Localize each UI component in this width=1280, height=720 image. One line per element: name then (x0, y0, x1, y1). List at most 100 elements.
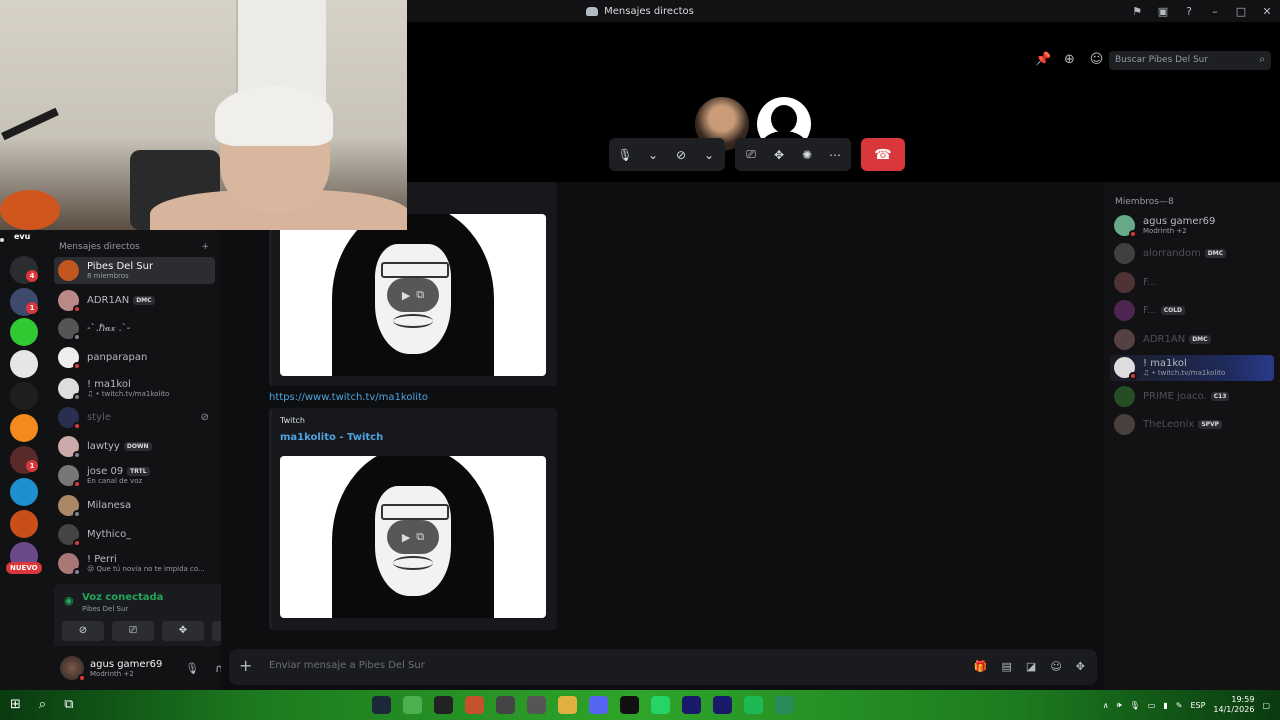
dm-item[interactable]: ADR1AN DMC (54, 287, 215, 314)
taskbar-app-icon[interactable] (620, 696, 639, 714)
minimize-button[interactable]: – (1202, 5, 1228, 18)
gif-icon[interactable]: ▤ (1002, 660, 1012, 673)
play-button[interactable]: ▶ ⧉ (387, 520, 439, 554)
embed-title[interactable]: ma1kolito - Twitch (280, 432, 383, 443)
search-input[interactable]: Buscar Pibes Del Sur ⌕ (1109, 51, 1271, 70)
task-view-icon[interactable]: ⧉ (64, 697, 73, 712)
add-dm-icon[interactable]: + (201, 242, 209, 252)
inbox-icon[interactable]: ⚑ (1124, 5, 1150, 18)
dm-item[interactable]: Pibes Del Sur 8 miembros (54, 257, 215, 284)
user-info[interactable]: agus gamer69 Modrinth +2 (90, 659, 162, 678)
member-item[interactable]: F... COLD (1110, 298, 1274, 324)
microphone-icon[interactable]: 🎙 (1130, 701, 1140, 710)
dm-item[interactable]: -`.ℏ𝒶𝓍 .`- (54, 315, 215, 342)
hang-up-button[interactable]: ☎ (861, 138, 905, 171)
message-link[interactable]: https://www.twitch.tv/ma1kolito (269, 392, 428, 403)
server-icon[interactable] (10, 510, 38, 538)
embed-thumbnail[interactable]: ▶ ⧉ (280, 214, 546, 376)
member-item[interactable]: alorrandom DMC (1110, 241, 1274, 267)
pen-icon[interactable]: ✎ (1176, 701, 1183, 710)
member-item[interactable]: ! ma1kol ♫ • twitch.tv/ma1kolito (1110, 354, 1274, 381)
webcam-preview[interactable] (0, 0, 407, 230)
attach-plus-icon[interactable]: + (239, 657, 252, 675)
member-activity: Modrinth +2 (1143, 226, 1187, 235)
member-item[interactable]: PRIME joaco. C13 (1110, 383, 1274, 409)
taskbar-app-icon[interactable] (744, 696, 763, 714)
emoji-icon[interactable]: ☺ (1050, 660, 1061, 673)
server-icon[interactable] (10, 478, 38, 506)
play-button[interactable]: ▶ ⧉ (387, 278, 439, 312)
taskbar-app-icon[interactable] (434, 696, 453, 714)
maximize-button[interactable]: □ (1228, 5, 1254, 18)
signal-icon[interactable]: ◉ (64, 594, 74, 607)
taskbar-app-icon[interactable] (713, 696, 732, 714)
sticker-icon[interactable]: ◪ (1026, 660, 1036, 673)
chevron-up-icon[interactable]: ∧ (1103, 701, 1109, 710)
microphone-icon[interactable]: 🎙 (617, 148, 633, 162)
clock[interactable]: 19:59 14/1/2026 (1213, 695, 1254, 715)
dm-item[interactable]: panparapan (54, 344, 215, 371)
user-name: agus gamer69 (90, 658, 163, 670)
taskbar-app-icon[interactable] (465, 696, 484, 714)
windows-start-icon[interactable]: ⊞ (10, 697, 21, 712)
taskbar-app-icon[interactable] (403, 696, 422, 714)
server-icon[interactable] (10, 382, 38, 410)
activities-icon[interactable]: ✥ (162, 621, 204, 641)
dm-item[interactable]: jose 09 TRTL En canal de voz (54, 462, 215, 489)
members-icon[interactable]: ☺ (1089, 52, 1104, 67)
microphone-icon[interactable]: 🎙 (185, 662, 199, 675)
monitor-icon[interactable]: ▣ (1150, 5, 1176, 18)
member-item[interactable]: F... (1110, 269, 1274, 295)
network-icon[interactable]: ▭ (1148, 701, 1156, 710)
taskbar-app-icon[interactable] (775, 696, 794, 714)
taskbar-app-icon[interactable] (527, 696, 546, 714)
server-icon[interactable] (10, 318, 38, 346)
voice-channel-name[interactable]: Pibes Del Sur (82, 605, 128, 613)
taskbar-app-icon[interactable] (651, 696, 670, 714)
chevron-down-icon[interactable]: ⌄ (701, 148, 717, 162)
soundboard-icon[interactable]: ✺ (799, 148, 815, 162)
message-composer[interactable]: + Enviar mensaje a Pibes Del Sur 🎁 ▤ ◪ ☺… (229, 649, 1097, 685)
member-item[interactable]: TheLeonix SPVP (1110, 412, 1274, 438)
share-screen-icon[interactable]: ⎚ (112, 621, 154, 641)
share-screen-icon[interactable]: ⎚ (743, 147, 759, 162)
taskbar-app-icon[interactable] (558, 696, 577, 714)
close-button[interactable]: ✕ (1254, 5, 1280, 18)
member-item[interactable]: ADR1AN DMC (1110, 326, 1274, 352)
taskbar-app-icon[interactable] (682, 696, 701, 714)
blocked-icon[interactable]: ⊘ (201, 412, 209, 423)
battery-icon[interactable]: ▮ (1163, 701, 1167, 710)
taskbar-app-icon[interactable] (496, 696, 515, 714)
dm-item[interactable]: lawtyy DOWN (54, 433, 215, 460)
server-icon[interactable] (10, 414, 38, 442)
sound-icon[interactable]: 🕪 (1117, 700, 1122, 710)
taskbar-app-icon[interactable] (589, 696, 608, 714)
avatar[interactable] (60, 656, 86, 682)
member-item[interactable]: agus gamer69 Modrinth +2 (1110, 212, 1274, 238)
search-icon[interactable]: ⌕ (39, 697, 46, 712)
dm-item[interactable]: ! ma1kol ♫ • twitch.tv/ma1kolito (54, 375, 215, 402)
embed-thumbnail[interactable]: ▶ ⧉ (280, 456, 546, 618)
notifications-icon[interactable]: ▢ (1262, 701, 1270, 710)
taskbar-app-icon[interactable] (372, 696, 391, 714)
dm-name: panparapan (87, 352, 148, 363)
help-icon[interactable]: ? (1176, 5, 1202, 18)
pin-icon[interactable]: 📌 (1035, 52, 1051, 67)
language-indicator[interactable]: ESP (1190, 701, 1205, 710)
embed-provider[interactable]: Twitch (280, 416, 305, 425)
gift-icon[interactable]: 🎁 (974, 660, 988, 673)
dm-item[interactable]: Mythico_ (54, 521, 215, 548)
camera-off-icon[interactable]: ⊘ (62, 621, 104, 641)
dm-item[interactable]: ! Perri 😢 Que tú novia no te impida co... (54, 550, 215, 577)
dm-item[interactable]: style ⊘ (54, 404, 215, 431)
dm-sidebar: Mensajes directos + Pibes Del Sur 8 miemb… (48, 230, 257, 690)
activities-icon[interactable]: ✥ (771, 148, 787, 162)
server-icon[interactable] (10, 350, 38, 378)
camera-off-icon[interactable]: ⊘ (673, 148, 689, 162)
dm-item[interactable]: Milanesa (54, 492, 215, 519)
status-indicator (73, 422, 81, 430)
apps-icon[interactable]: ✥ (1076, 660, 1085, 673)
add-member-icon[interactable]: ⊕ (1062, 52, 1077, 67)
more-icon[interactable]: ⋯ (827, 148, 843, 162)
chevron-down-icon[interactable]: ⌄ (645, 148, 661, 162)
